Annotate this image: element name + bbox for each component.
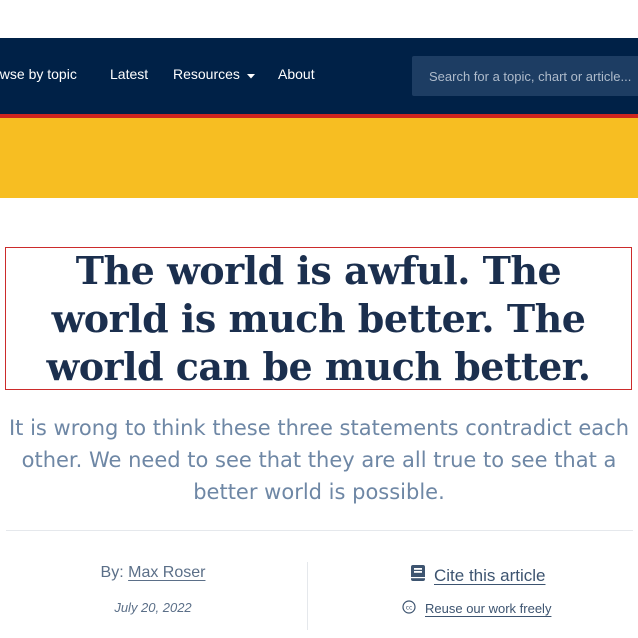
- nav-latest[interactable]: Latest: [110, 66, 148, 82]
- reuse-label: Reuse our work freely: [425, 601, 552, 616]
- byline: By: Max Roser: [0, 564, 306, 582]
- svg-text:cc: cc: [406, 605, 413, 612]
- chevron-down-icon: [246, 67, 256, 83]
- nav-resources[interactable]: Resources: [173, 66, 256, 83]
- nav-browse-by-topic[interactable]: owse by topic: [0, 66, 77, 82]
- search-input[interactable]: [412, 56, 632, 96]
- title-highlight-box: The world is awful. The world is much be…: [5, 247, 632, 390]
- search-box: [412, 56, 638, 96]
- nav-about[interactable]: About: [278, 66, 315, 82]
- divider: [6, 530, 633, 531]
- topic-banner: [0, 118, 638, 198]
- cite-label: Cite this article: [434, 565, 546, 585]
- author-link[interactable]: Max Roser: [128, 564, 205, 581]
- by-label: By:: [100, 564, 124, 581]
- publish-date: July 20, 2022: [114, 600, 192, 615]
- cite-article-link[interactable]: Cite this article: [410, 564, 545, 587]
- column-divider: [307, 562, 308, 630]
- nav-resources-label: Resources: [173, 66, 240, 82]
- reuse-work-link[interactable]: cc Reuse our work freely: [402, 600, 551, 617]
- book-icon: [410, 564, 426, 587]
- creative-commons-icon: cc: [402, 600, 416, 617]
- article-subtitle: It is wrong to think these three stateme…: [8, 416, 629, 504]
- article-title: The world is awful. The world is much be…: [46, 247, 591, 389]
